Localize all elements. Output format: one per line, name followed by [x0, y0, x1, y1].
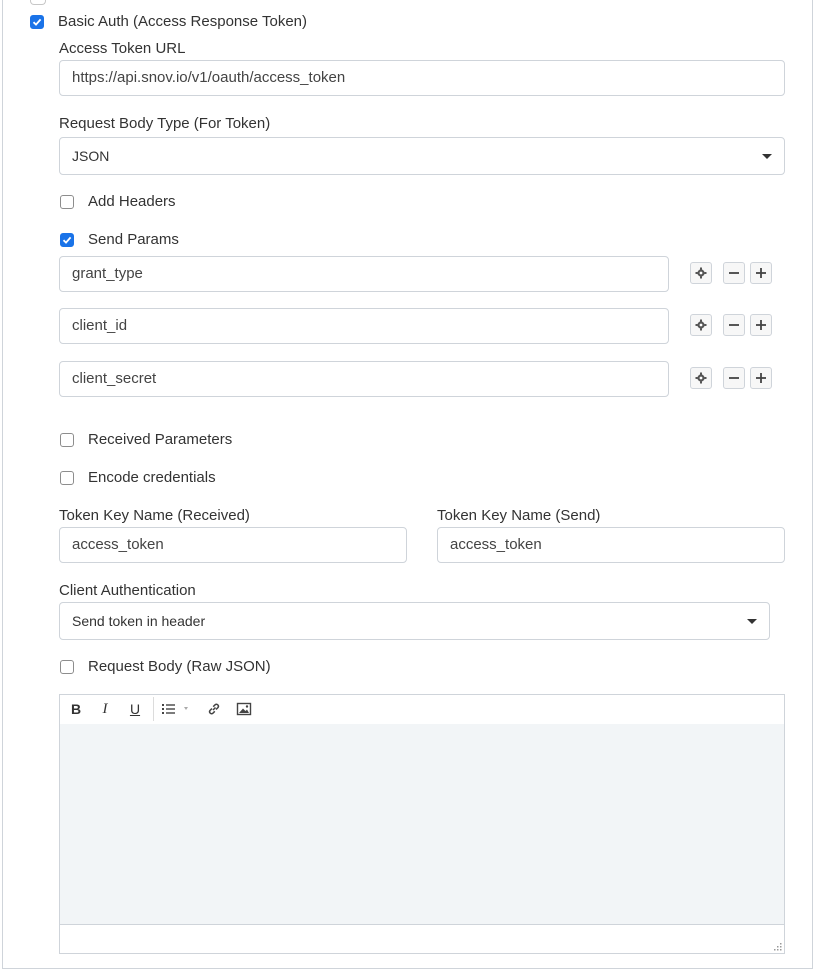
param-input-grant-type[interactable]: grant_type [59, 256, 669, 292]
param-settings-button[interactable] [690, 367, 712, 389]
minus-icon [729, 324, 739, 326]
param-add-button[interactable] [750, 262, 772, 284]
gear-icon [695, 319, 707, 331]
param-add-button[interactable] [750, 367, 772, 389]
gear-icon [695, 372, 707, 384]
link-icon[interactable] [206, 700, 222, 718]
request-body-raw-label: Request Body (Raw JSON) [88, 658, 271, 675]
request-body-type-select[interactable]: JSON [59, 137, 785, 175]
add-headers-checkbox[interactable] [60, 195, 74, 209]
basic-auth-label: Basic Auth (Access Response Token) [58, 13, 308, 30]
editor-content-area[interactable] [60, 724, 784, 925]
request-body-editor: B I U [59, 694, 785, 954]
encode-credentials-label: Encode credentials [88, 469, 216, 486]
chevron-down-icon [762, 154, 772, 159]
param-input-client-secret[interactable]: client_secret [59, 361, 669, 397]
gear-icon [695, 267, 707, 279]
plus-icon [756, 320, 766, 330]
param-remove-button[interactable] [723, 314, 745, 336]
resize-handle-icon[interactable] [772, 941, 782, 951]
param-settings-button[interactable] [690, 314, 712, 336]
client-authentication-value: Send token in header [72, 613, 206, 629]
minus-icon [729, 272, 739, 274]
add-headers-label: Add Headers [88, 193, 176, 210]
param-settings-button[interactable] [690, 262, 712, 284]
encode-credentials-checkbox[interactable] [60, 471, 74, 485]
basic-auth-checkbox[interactable] [30, 15, 44, 29]
client-authentication-select[interactable]: Send token in header [59, 602, 770, 640]
param-remove-button[interactable] [723, 262, 745, 284]
access-token-url-input[interactable]: https://api.snov.io/v1/oauth/access_toke… [59, 60, 785, 96]
toolbar-separator [153, 697, 154, 721]
chevron-down-icon [747, 619, 757, 624]
plus-icon [756, 268, 766, 278]
previous-checkbox-edge [30, 0, 46, 5]
received-parameters-label: Received Parameters [88, 431, 233, 448]
underline-icon[interactable]: U [127, 700, 143, 718]
request-body-raw-checkbox[interactable] [60, 660, 74, 674]
image-icon[interactable] [236, 700, 252, 718]
list-icon[interactable] [160, 700, 194, 718]
editor-statusbar [60, 925, 784, 953]
send-params-label: Send Params [88, 231, 179, 248]
param-add-button[interactable] [750, 314, 772, 336]
plus-icon [756, 373, 766, 383]
received-parameters-checkbox[interactable] [60, 433, 74, 447]
client-authentication-label: Client Authentication [59, 582, 196, 599]
italic-icon[interactable]: I [97, 700, 113, 718]
send-params-checkbox[interactable] [60, 233, 74, 247]
editor-toolbar: B I U [60, 695, 784, 725]
token-key-received-label: Token Key Name (Received) [59, 507, 250, 524]
request-body-type-value: JSON [72, 148, 110, 164]
token-key-send-label: Token Key Name (Send) [437, 507, 601, 524]
access-token-url-label: Access Token URL [59, 40, 186, 57]
param-input-client-id[interactable]: client_id [59, 308, 669, 344]
token-key-received-input[interactable]: access_token [59, 527, 407, 563]
bold-icon[interactable]: B [68, 700, 84, 718]
token-key-send-input[interactable]: access_token [437, 527, 785, 563]
minus-icon [729, 377, 739, 379]
param-remove-button[interactable] [723, 367, 745, 389]
request-body-type-label: Request Body Type (For Token) [59, 115, 271, 132]
